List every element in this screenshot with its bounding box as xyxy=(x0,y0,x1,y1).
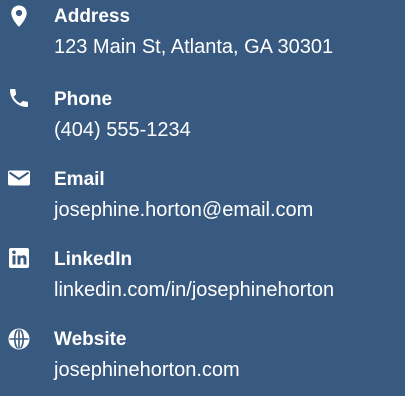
contact-item-email: Email josephine.horton@email.com xyxy=(0,166,405,236)
contact-label-website: Website xyxy=(54,329,127,350)
contact-value-phone[interactable]: (404) 555-1234 xyxy=(54,118,191,142)
linkedin-icon xyxy=(7,246,31,270)
contact-item-linkedin: LinkedIn linkedin.com/in/josephinehorton xyxy=(0,246,405,316)
map-pin-icon xyxy=(7,4,31,28)
envelope-icon xyxy=(7,166,31,190)
contact-value-website[interactable]: josephinehorton.com xyxy=(54,358,240,382)
contact-item-address: Address 123 Main St, Atlanta, GA 30301 xyxy=(0,0,405,70)
contact-value-email[interactable]: josephine.horton@email.com xyxy=(54,198,313,222)
contact-label-email: Email xyxy=(54,169,105,190)
contact-value-linkedin[interactable]: linkedin.com/in/josephinehorton xyxy=(54,278,334,302)
contact-list: Address 123 Main St, Atlanta, GA 30301 P… xyxy=(0,0,405,387)
phone-icon xyxy=(7,86,31,110)
globe-icon xyxy=(7,327,31,351)
contact-item-website: Website josephinehorton.com xyxy=(0,326,405,396)
contact-label-phone: Phone xyxy=(54,89,113,110)
contact-value-address[interactable]: 123 Main St, Atlanta, GA 30301 xyxy=(54,35,333,59)
contact-item-phone: Phone (404) 555-1234 xyxy=(0,86,405,156)
contact-label-address: Address xyxy=(54,6,131,27)
contact-label-linkedin: LinkedIn xyxy=(54,249,133,270)
